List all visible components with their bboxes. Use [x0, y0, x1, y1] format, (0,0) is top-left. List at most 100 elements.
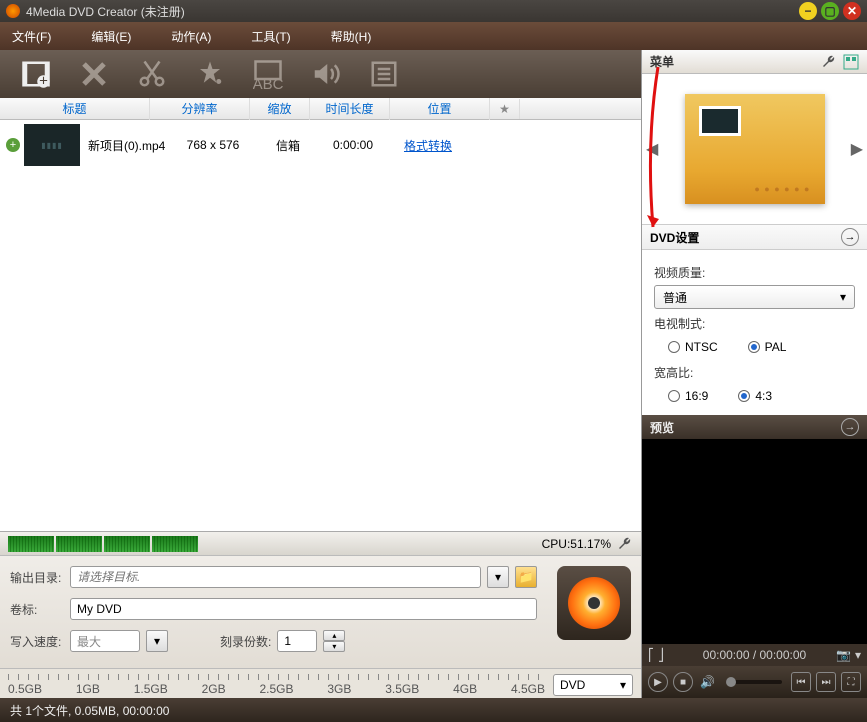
col-dur[interactable]: 时间长度 — [310, 97, 390, 120]
col-zoom[interactable]: 缩放 — [250, 97, 310, 120]
volume-icon[interactable]: 🔊 — [700, 675, 715, 689]
file-list: + ▮▮▮▮ 新项目(0).mp4 768 x 576 信箱 0:00:00 格… — [0, 120, 641, 531]
snapshot-settings-icon[interactable]: ▾ — [855, 648, 861, 662]
minimize-button[interactable]: − — [799, 2, 817, 20]
svg-text:ABC: ABC — [253, 76, 283, 89]
statusbar: 共 1个文件, 0.05MB, 00:00:00 — [0, 698, 867, 722]
dvd-settings-expand[interactable]: → — [841, 228, 859, 246]
copies-down[interactable]: ▾ — [323, 641, 345, 652]
next-frame-button[interactable]: ⏭ — [816, 672, 836, 692]
radio-4-3[interactable]: 4:3 — [738, 389, 772, 403]
subtitle-button[interactable]: ABC — [250, 56, 286, 92]
copies-label: 刻录份数: — [220, 633, 271, 650]
cpu-core-2 — [56, 536, 102, 552]
file-res: 768 x 576 — [168, 138, 258, 152]
preview-area — [642, 439, 867, 644]
preview-expand[interactable]: → — [841, 418, 859, 436]
speed-dropdown[interactable]: ▾ — [146, 630, 168, 652]
video-quality-select[interactable]: 普通▾ — [654, 285, 855, 309]
cut-button[interactable] — [134, 56, 170, 92]
chapter-button[interactable] — [366, 56, 402, 92]
audio-button[interactable] — [308, 56, 344, 92]
col-res[interactable]: 分辨率 — [150, 97, 250, 120]
playback-controls: ▶ ■ 🔊 ⏮ ⏭ ⛶ — [642, 666, 867, 698]
output-dir-label: 输出目录: — [10, 569, 64, 586]
thumbnail: ▮▮▮▮ — [24, 124, 80, 166]
add-chapter-icon[interactable]: + — [6, 138, 20, 152]
menu-action[interactable]: 动作(A) — [171, 28, 211, 45]
speed-input[interactable] — [70, 630, 140, 652]
copies-input[interactable] — [277, 630, 317, 652]
toolbar: + ABC — [0, 50, 641, 98]
file-row[interactable]: + ▮▮▮▮ 新项目(0).mp4 768 x 576 信箱 0:00:00 格… — [0, 120, 641, 170]
aspect-ratio-label: 宽高比: — [654, 364, 855, 381]
effects-button[interactable] — [192, 56, 228, 92]
copies-up[interactable]: ▴ — [323, 630, 345, 641]
titlebar: 4Media DVD Creator (未注册) − ▢ ✕ — [0, 0, 867, 22]
output-settings: 输出目录: ▾ 📁 卷标: 写入速度: ▾ 刻录份数: — [0, 555, 641, 668]
time-info: ⎡⎦ 00:00:00 / 00:00:00 📷▾ — [642, 644, 867, 666]
stop-button[interactable]: ■ — [673, 672, 693, 692]
col-title[interactable]: 标题 — [0, 97, 150, 120]
cpu-core-1 — [8, 536, 54, 552]
cpu-core-3 — [104, 536, 150, 552]
menu-help[interactable]: 帮助(H) — [331, 28, 372, 45]
play-button[interactable]: ▶ — [648, 672, 668, 692]
radio-16-9[interactable]: 16:9 — [668, 389, 708, 403]
bracket-end-icon[interactable]: ⎦ — [658, 648, 664, 662]
app-title: 4Media DVD Creator (未注册) — [26, 3, 185, 20]
disc-type-select[interactable]: DVD▾ — [553, 674, 633, 696]
fullscreen-button[interactable]: ⛶ — [841, 672, 861, 692]
speed-label: 写入速度: — [10, 633, 64, 650]
radio-pal[interactable]: PAL — [748, 340, 787, 354]
volume-input[interactable] — [70, 598, 537, 620]
col-pos[interactable]: 位置 — [390, 97, 490, 120]
svg-text:+: + — [39, 72, 48, 89]
menu-template-thumb[interactable]: ● ● ● ● ● ● — [685, 94, 825, 204]
volume-slider[interactable] — [726, 680, 782, 684]
burn-button[interactable] — [557, 566, 631, 640]
disc-icon — [568, 577, 620, 629]
menu-preview: ◀ ● ● ● ● ● ● ▶ — [642, 74, 867, 224]
file-zoom: 信箱 — [258, 137, 318, 154]
dvd-settings-header: DVD设置 → — [642, 224, 867, 250]
volume-label: 卷标: — [10, 601, 64, 618]
output-dir-dropdown[interactable]: ▾ — [487, 566, 509, 588]
dvd-settings-panel: 视频质量: 普通▾ 电视制式: NTSC PAL 宽高比: 16:9 4:3 — [642, 250, 867, 415]
prev-frame-button[interactable]: ⏮ — [791, 672, 811, 692]
radio-ntsc[interactable]: NTSC — [668, 340, 718, 354]
tv-standard-label: 电视制式: — [654, 315, 855, 332]
add-file-button[interactable]: + — [18, 56, 54, 92]
close-button[interactable]: ✕ — [843, 2, 861, 20]
menu-prev-left[interactable]: ◀ — [646, 139, 658, 159]
cpu-core-4 — [152, 536, 198, 552]
maximize-button[interactable]: ▢ — [821, 2, 839, 20]
menu-tools-icon[interactable] — [821, 54, 837, 70]
column-header: 标题 分辨率 缩放 时间长度 位置 ★ — [0, 98, 641, 120]
menubar: 文件(F) 编辑(E) 动作(A) 工具(T) 帮助(H) — [0, 22, 867, 50]
menu-edit[interactable]: 编辑(E) — [91, 28, 131, 45]
cpu-text: CPU:51.17% — [542, 537, 611, 551]
settings-icon[interactable] — [617, 536, 633, 552]
delete-button[interactable] — [76, 56, 112, 92]
menu-title: 菜单 — [650, 53, 674, 70]
video-quality-label: 视频质量: — [654, 264, 855, 281]
output-dir-input[interactable] — [70, 566, 481, 588]
browse-folder-icon[interactable]: 📁 — [515, 566, 537, 588]
menu-tools[interactable]: 工具(T) — [251, 28, 290, 45]
menu-file[interactable]: 文件(F) — [12, 28, 51, 45]
menu-header: 菜单 — [642, 50, 867, 74]
menu-template-icon[interactable] — [843, 54, 859, 70]
col-star[interactable]: ★ — [490, 99, 520, 119]
snapshot-icon[interactable]: 📷 — [836, 648, 851, 662]
preview-header: 预览 → — [642, 415, 867, 439]
cpu-bar: CPU:51.17% — [0, 531, 641, 555]
file-dur: 0:00:00 — [318, 138, 388, 152]
app-icon — [6, 4, 20, 18]
size-ruler: 0.5GB1GB1.5GB2GB2.5GB3GB3.5GB4GB4.5GB DV… — [0, 668, 641, 698]
bracket-start-icon[interactable]: ⎡ — [648, 648, 654, 662]
status-text: 共 1个文件, 0.05MB, 00:00:00 — [10, 702, 169, 719]
convert-link[interactable]: 格式转换 — [388, 137, 468, 154]
file-name: 新项目(0).mp4 — [88, 137, 168, 154]
menu-prev-right[interactable]: ▶ — [851, 139, 863, 159]
